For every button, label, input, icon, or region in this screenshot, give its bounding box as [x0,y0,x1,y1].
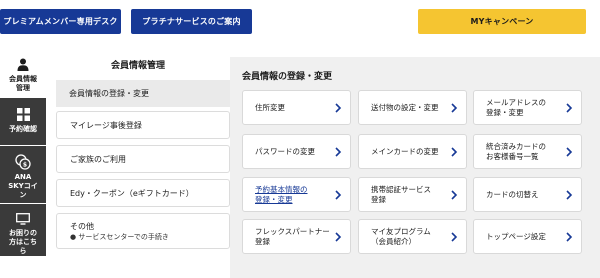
premium-desk-button[interactable]: プレミアムメンバー専用デスク [0,9,121,34]
sidebar-item-label: Edy・クーポン（eギフトカード） [70,188,194,198]
sidebar-item-label: その他 [70,221,94,231]
page-title: 会員情報の登録・変更 [242,72,333,82]
rail-item-label: お困りの方はこちら [9,229,37,255]
tile-label: 送付物の設定・変更 [371,102,439,112]
sidebar-item-label: ご家族のご利用 [70,154,126,164]
chevron-right-icon [335,189,342,200]
tile-label: カードの切替え [486,189,539,199]
rail-item-sky-coin[interactable]: $ ANA SKYコイン [0,146,46,203]
tile-label: 予約基本情報の 登録・変更 [255,184,308,204]
coin-icon: $ [15,154,31,170]
tile-address-change[interactable]: 住所変更 [242,90,351,125]
tile-label: 携帯認証サービス 登録 [371,184,431,204]
sidebar-item-other[interactable]: その他 ● サービスセンターでの手続き [56,213,230,249]
my-campaign-button[interactable]: MYキャンペーン [418,9,586,34]
tile-password-change[interactable]: パスワードの変更 [242,134,351,169]
tile-card-switch[interactable]: カードの切替え [473,177,582,212]
tile-label: マイ友プログラム （会員紹介） [371,226,431,246]
chevron-right-icon [335,102,342,113]
main-content: 会員情報の登録・変更 住所変更 送付物の設定・変更 メールアドレスの 登録・変更 … [230,57,600,278]
rail-item-label: 予約確認 [9,125,37,133]
left-rail: 会員情報管理 予約確認 $ ANA SKYコイン お困りの方はこちら [0,51,46,278]
tile-label: メールアドレスの 登録・変更 [486,97,546,117]
tile-label: 住所変更 [255,102,285,112]
tile-flex-partner[interactable]: フレックスパートナー 登録 [242,219,351,254]
chevron-right-icon [566,146,573,157]
sidebar-item-sublabel: ● サービスセンターでの手続き [70,232,169,241]
chevron-right-icon [451,102,458,113]
chevron-right-icon [451,146,458,157]
grid-icon [16,106,30,122]
tile-label: フレックスパートナー 登録 [255,226,330,246]
chevron-right-icon [451,231,458,242]
sidebar: 会員情報管理 会員情報の登録・変更 マイレージ事後登録 ご家族のご利用 Edy・… [46,46,230,278]
tile-label: パスワードの変更 [255,146,315,156]
tile-top-page-settings[interactable]: トップページ設定 [473,219,582,254]
chevron-right-icon [335,146,342,157]
chevron-right-icon [451,189,458,200]
sidebar-item-label: マイレージ事後登録 [70,120,142,130]
sidebar-item-member-registration[interactable]: 会員情報の登録・変更 [56,80,230,107]
tile-mail-settings[interactable]: 送付物の設定・変更 [358,90,467,125]
tile-reservation-info[interactable]: 予約基本情報の 登録・変更 [242,177,351,212]
chevron-right-icon [566,231,573,242]
chevron-right-icon [566,102,573,113]
rail-item-help[interactable]: お困りの方はこちら [0,204,46,256]
rail-item-label: 会員情報管理 [9,75,37,92]
rail-item-member-info[interactable]: 会員情報管理 [0,51,46,98]
chevron-right-icon [335,231,342,242]
tile-label: トップページ設定 [486,231,546,241]
tile-merged-cards[interactable]: 統合済みカードの お客様番号一覧 [473,134,582,169]
tile-friend-program[interactable]: マイ友プログラム （会員紹介） [358,219,467,254]
sidebar-item-edy-coupon[interactable]: Edy・クーポン（eギフトカード） [56,179,230,207]
svg-text:$: $ [23,161,27,168]
monitor-icon [16,212,30,226]
rail-item-reservations[interactable]: 予約確認 [0,98,46,145]
tile-mobile-auth[interactable]: 携帯認証サービス 登録 [358,177,467,212]
sidebar-item-label: 会員情報の登録・変更 [69,89,149,98]
tile-main-card-change[interactable]: メインカードの変更 [358,134,467,169]
tile-email-registration[interactable]: メールアドレスの 登録・変更 [473,90,582,125]
top-bar: プレミアムメンバー専用デスク プラチナサービスのご案内 MYキャンペーン [0,0,600,46]
sidebar-item-family[interactable]: ご家族のご利用 [56,145,230,173]
sidebar-title: 会員情報管理 [110,61,165,71]
platinum-info-button[interactable]: プラチナサービスのご案内 [131,9,252,34]
rail-item-label: ANA SKYコイン [8,173,38,199]
sidebar-item-mileage-retro[interactable]: マイレージ事後登録 [56,111,230,139]
chevron-right-icon [566,189,573,200]
tile-label: 統合済みカードの お客様番号一覧 [486,141,546,161]
person-icon [17,56,29,72]
tile-label: メインカードの変更 [371,146,439,156]
